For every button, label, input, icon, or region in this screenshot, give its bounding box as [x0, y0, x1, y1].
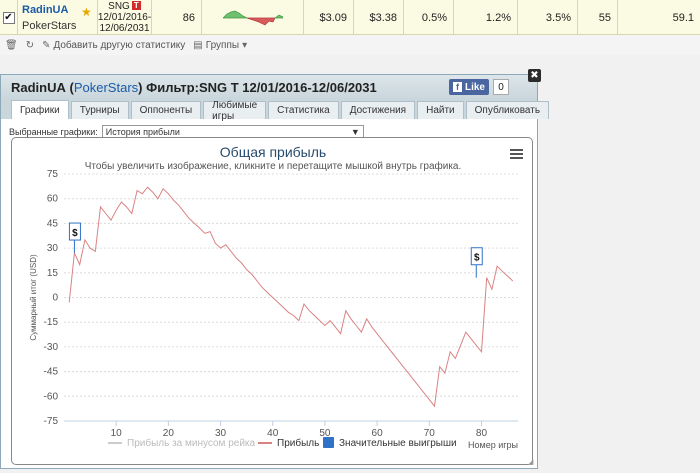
player-cell: RadinUA PokerStars ★: [18, 0, 98, 35]
y-tick-label: -45: [44, 367, 59, 378]
stat-value: $3.38: [354, 0, 404, 35]
add-stats-label: Добавить другую статистику: [53, 39, 186, 51]
y-tick-label: 45: [47, 218, 59, 229]
tab-statistics[interactable]: Статистика: [268, 101, 339, 119]
folder-icon: ▤: [193, 39, 203, 51]
groups-label: Группы: [205, 39, 240, 51]
checkbox-cell: ✔: [0, 0, 18, 35]
tab-find[interactable]: Найти: [417, 101, 464, 119]
edit-icon: ✎: [42, 39, 51, 51]
sparkline-svg: [222, 10, 283, 25]
y-tick-label: 15: [47, 268, 59, 279]
row-checkbox[interactable]: ✔: [2, 11, 15, 24]
profit-chart[interactable]: Общая прибыль Чтобы увеличить изображение…: [11, 137, 533, 465]
chart-subtitle: Чтобы увеличить изображение, кликните и …: [85, 160, 462, 172]
panel-tabs: Графики Турниры Оппоненты Любимые игры С…: [1, 99, 550, 122]
legend-label: Прибыль за минусом рейка: [127, 437, 256, 449]
x-axis-label: Номер игры: [468, 440, 518, 450]
game-type: SNG: [108, 1, 130, 12]
y-tick-label: -75: [44, 416, 59, 427]
menu-bar: [510, 157, 523, 159]
tab-achievements[interactable]: Достижения: [340, 101, 416, 119]
player-name-link[interactable]: RadinUA: [22, 4, 68, 16]
legend-swatch: [323, 437, 334, 448]
panel-header: RadinUA (PokerStars) Фильтр:SNG T 12/01/…: [1, 69, 541, 99]
panel-player: RadinUA: [11, 79, 66, 95]
y-tick-label: 30: [47, 243, 59, 254]
y-tick-label: 0: [52, 293, 58, 304]
chevron-down-icon: ▾: [242, 39, 248, 51]
facebook-like-count: 0: [493, 79, 509, 95]
row-toolbar: 🗑 ↻ ✎ Добавить другую статистику ▤ Групп…: [0, 35, 700, 55]
y-tick-label: 60: [47, 194, 59, 205]
date-to: 12/06/2031: [99, 23, 150, 34]
select-arrow-icon: ▼: [350, 126, 360, 137]
tab-tournaments[interactable]: Турниры: [70, 101, 129, 119]
graph-select-value: История прибыли: [105, 126, 180, 137]
stat-value: 59.1: [672, 11, 694, 24]
profit-chart-svg[interactable]: Общая прибыльЧтобы увеличить изображение…: [12, 138, 533, 465]
refresh-icon[interactable]: ↻: [26, 40, 34, 51]
menu-bar: [510, 149, 523, 151]
legend-label: Значительные выигрыши: [339, 438, 457, 449]
groups-dropdown[interactable]: ▤ Группы ▾: [193, 40, 247, 51]
date-from: 12/01/2016-: [97, 12, 152, 23]
stat-value: 1.2%: [454, 0, 518, 35]
y-tick-label: 75: [47, 169, 59, 180]
stat-value: 0.5%: [404, 0, 454, 35]
tab-publish[interactable]: Опубликовать: [465, 101, 550, 119]
tab-opponents[interactable]: Оппоненты: [130, 101, 202, 119]
favorite-star-icon[interactable]: ★: [81, 5, 92, 19]
y-tick-label: -15: [44, 317, 59, 328]
big-win-flag-label: $: [474, 253, 480, 264]
facebook-icon: f: [452, 82, 462, 92]
tab-favorite-games[interactable]: Любимые игры: [203, 100, 267, 122]
stat-value: 55: [578, 0, 618, 35]
resize-grip-icon[interactable]: ◢: [528, 459, 536, 467]
facebook-like-button[interactable]: f Like: [448, 79, 489, 95]
games-count: 86: [152, 0, 202, 35]
close-icon[interactable]: ✖: [528, 69, 541, 82]
y-axis-label: Суммарный итог (USD): [29, 254, 38, 341]
profit-sparkline: [202, 0, 304, 35]
trash-icon[interactable]: 🗑: [5, 40, 18, 51]
graph-select-label: Выбранные графики:: [9, 126, 98, 137]
add-stats-button[interactable]: ✎ Добавить другую статистику: [42, 40, 185, 51]
tab-graphs[interactable]: Графики: [11, 100, 69, 119]
panel-site-link[interactable]: PokerStars: [74, 80, 138, 95]
filter-cell: SNG T 12/01/2016- 12/06/2031: [98, 0, 152, 35]
chart-menu-icon[interactable]: [510, 149, 523, 159]
x-tick-label: 10: [111, 428, 123, 439]
player-graph-panel: RadinUA (PokerStars) Фильтр:SNG T 12/01/…: [0, 69, 550, 469]
legend-label: Прибыль: [277, 437, 319, 449]
menu-bar: [510, 153, 523, 155]
big-win-flag-label: $: [72, 228, 78, 239]
stat-value: $3.09: [304, 0, 354, 35]
y-tick-label: -60: [44, 391, 59, 402]
stat-value: 3.5%: [518, 0, 578, 35]
site-name: PokerStars: [22, 19, 77, 32]
player-stats-row[interactable]: ✔ RadinUA PokerStars ★ SNG T 12/01/2016- …: [0, 0, 700, 35]
y-tick-label: -30: [44, 342, 59, 353]
facebook-like: f Like 0: [448, 79, 509, 95]
x-tick-label: 80: [476, 428, 488, 439]
panel-filter: Фильтр:SNG T 12/01/2016-12/06/2031: [146, 79, 377, 95]
facebook-like-label: Like: [464, 81, 485, 93]
chart-title: Общая прибыль: [220, 144, 326, 160]
profit-series-line: [68, 186, 514, 408]
tournament-badge: T: [131, 1, 141, 10]
